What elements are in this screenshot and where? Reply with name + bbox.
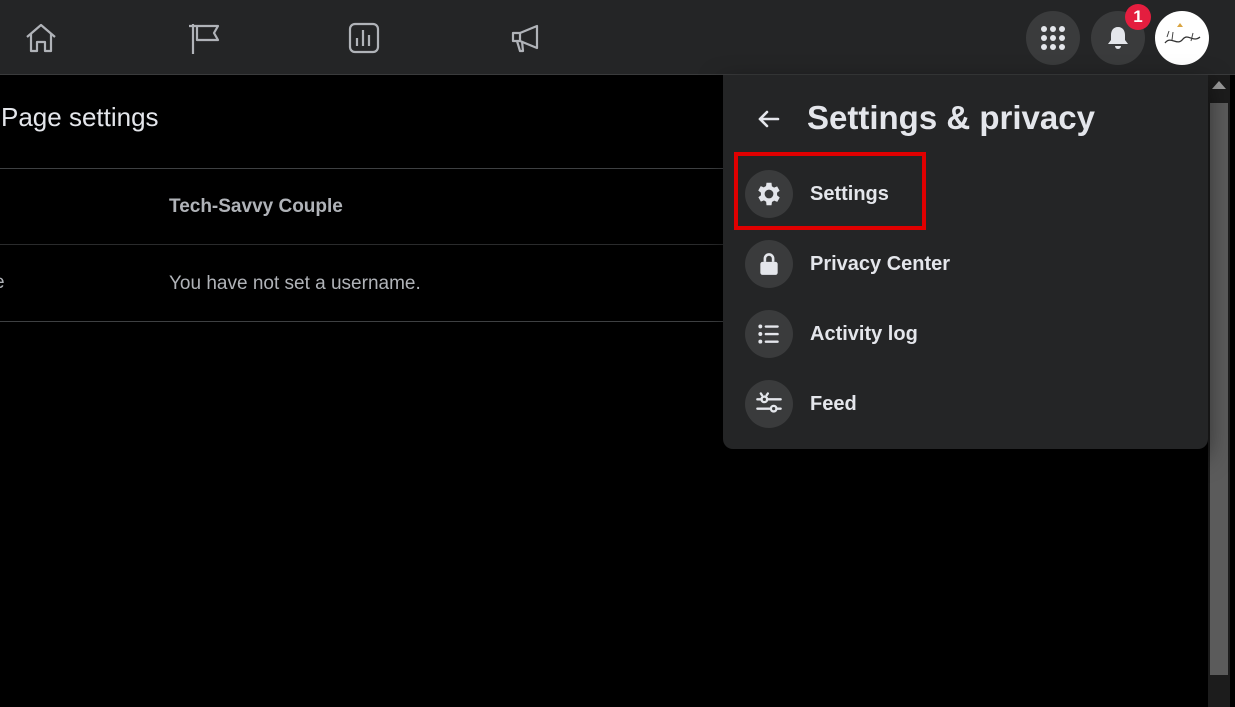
settings-privacy-menu: Settings & privacy Settings Privacy Cent…	[723, 75, 1208, 449]
scrollbar[interactable]	[1208, 75, 1230, 707]
menu-item-label: Activity log	[810, 322, 918, 345]
list-icon	[745, 310, 793, 358]
menu-title: Settings & privacy	[807, 99, 1095, 136]
flag-icon[interactable]	[184, 18, 224, 58]
top-navigation-bar: 1	[0, 0, 1235, 75]
lock-icon	[745, 240, 793, 288]
scroll-up-arrow-icon[interactable]	[1212, 81, 1226, 89]
page-name-value: Tech-Savvy Couple	[169, 196, 343, 217]
home-icon[interactable]	[21, 18, 61, 58]
megaphone-icon[interactable]	[506, 18, 546, 58]
menu-item-label: Feed	[810, 392, 857, 415]
menu-item-settings[interactable]: Settings	[735, 162, 1195, 226]
scrollbar-thumb[interactable]	[1210, 103, 1228, 675]
gear-icon	[745, 170, 793, 218]
sliders-icon	[745, 380, 793, 428]
divider	[0, 168, 724, 169]
notification-badge: 1	[1125, 4, 1151, 30]
menu-item-privacy-center[interactable]: Privacy Center	[735, 232, 1195, 296]
menu-item-label: Privacy Center	[810, 252, 951, 275]
page-title: Page settings	[1, 102, 159, 132]
username-label: e	[0, 272, 5, 294]
username-value: You have not set a username.	[169, 273, 421, 294]
insights-icon[interactable]	[344, 18, 384, 58]
grid-menu-icon[interactable]	[1026, 11, 1080, 65]
menu-item-feed[interactable]: Feed	[735, 372, 1195, 436]
menu-item-activity-log[interactable]: Activity log	[735, 302, 1195, 366]
back-arrow-icon[interactable]	[747, 97, 791, 141]
divider	[0, 244, 724, 245]
page-logo-icon[interactable]	[1155, 11, 1209, 65]
divider	[0, 321, 724, 322]
menu-item-label: Settings	[810, 182, 889, 205]
